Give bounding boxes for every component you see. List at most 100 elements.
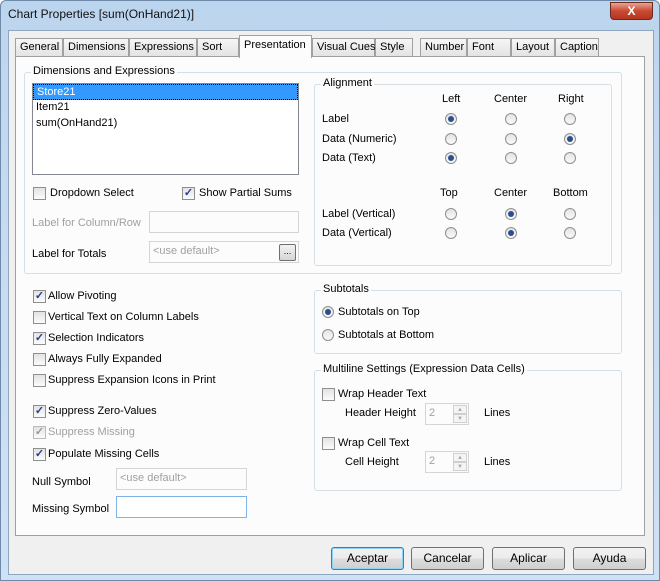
suppress-missing-label: Suppress Missing [48, 426, 135, 438]
spin-up-icon[interactable]: ▲ [453, 405, 467, 414]
subtotals-at-bottom-radio[interactable] [322, 329, 334, 341]
list-item[interactable]: Item21 [33, 100, 298, 116]
group-title: Subtotals [321, 283, 371, 295]
suppress-missing-checkbox[interactable]: ✓ [33, 426, 46, 439]
wrap-cell-label: Wrap Cell Text [338, 437, 410, 449]
tab-dimensions[interactable]: Dimensions [63, 38, 129, 57]
vdata-top-radio[interactable] [445, 227, 457, 239]
label-center-radio[interactable] [505, 113, 517, 125]
vdata-bottom-radio[interactable] [564, 227, 576, 239]
tab-expressions[interactable]: Expressions [129, 38, 197, 57]
always-expanded-label: Always Fully Expanded [48, 353, 162, 365]
cell-height-unit: Lines [484, 456, 511, 468]
col-top: Top [440, 187, 458, 199]
cancel-button[interactable]: Cancelar [411, 547, 484, 570]
list-item[interactable]: Store21 [33, 84, 298, 100]
col-right: Right [558, 93, 584, 105]
row-label-vertical: Label (Vertical) [322, 208, 396, 220]
missing-symbol-input[interactable] [116, 496, 247, 518]
tab-caption[interactable]: Caption [555, 38, 599, 57]
label-totals-ellipsis-button[interactable]: ... [279, 244, 296, 261]
tab-layout[interactable]: Layout [511, 38, 555, 57]
row-data-text: Data (Text) [322, 152, 376, 164]
row-data-numeric: Data (Numeric) [322, 133, 397, 145]
subtotals-group: Subtotals [314, 283, 622, 354]
label-totals-input[interactable]: <use default> [149, 241, 299, 263]
numeric-left-radio[interactable] [445, 133, 457, 145]
selection-indicators-checkbox[interactable]: ✓ [33, 332, 46, 345]
col-vcenter: Center [494, 187, 528, 199]
tab-style[interactable]: Style [375, 38, 413, 57]
label-column-row-input[interactable] [149, 211, 299, 233]
cell-height-stepper[interactable]: 2 ▲ ▼ [425, 451, 469, 473]
allow-pivoting-label: Allow Pivoting [48, 290, 117, 302]
tab-sort[interactable]: Sort [197, 38, 239, 57]
label-column-row-label: Label for Column/Row [32, 217, 141, 229]
col-left: Left [442, 93, 461, 105]
show-partial-sums-label: Show Partial Sums [199, 187, 292, 199]
subtotals-on-top-radio[interactable] [322, 306, 334, 318]
vdata-center-radio[interactable] [505, 227, 517, 239]
vlabel-top-radio[interactable] [445, 208, 457, 220]
wrap-cell-checkbox[interactable] [322, 437, 335, 450]
suppress-expansion-icons-label: Suppress Expansion Icons in Print [48, 374, 216, 386]
populate-missing-cells-checkbox[interactable]: ✓ [33, 448, 46, 461]
help-button[interactable]: Ayuda [573, 547, 646, 570]
window-title: Chart Properties [sum(OnHand21)] [8, 7, 195, 21]
text-right-radio[interactable] [564, 152, 576, 164]
suppress-expansion-icons-checkbox[interactable] [33, 374, 46, 387]
list-item[interactable]: sum(OnHand21) [33, 116, 298, 132]
suppress-zero-values-label: Suppress Zero-Values [48, 405, 157, 417]
vertical-text-checkbox[interactable] [33, 311, 46, 324]
text-center-radio[interactable] [505, 152, 517, 164]
row-data-vertical: Data (Vertical) [322, 227, 392, 239]
dropdown-select-checkbox[interactable] [33, 187, 46, 200]
vlabel-bottom-radio[interactable] [564, 208, 576, 220]
cell-height-label: Cell Height [345, 456, 399, 468]
col-bottom: Bottom [553, 187, 588, 199]
apply-button[interactable]: Aplicar [492, 547, 565, 570]
populate-missing-cells-label: Populate Missing Cells [48, 448, 160, 460]
tab-general[interactable]: General [15, 38, 63, 57]
dimensions-list[interactable]: Store21 Item21 sum(OnHand21) [32, 83, 299, 175]
null-symbol-label: Null Symbol [32, 476, 91, 488]
group-title: Alignment [321, 77, 374, 89]
dropdown-select-label: Dropdown Select [50, 187, 134, 199]
ok-button[interactable]: Aceptar [331, 547, 404, 570]
missing-symbol-label: Missing Symbol [32, 503, 110, 515]
tab-number[interactable]: Number [420, 38, 467, 57]
always-expanded-checkbox[interactable] [33, 353, 46, 366]
spin-down-icon[interactable]: ▼ [453, 462, 467, 471]
numeric-right-radio[interactable] [564, 133, 576, 145]
header-height-value: 2 [429, 407, 436, 419]
row-label: Label [322, 113, 349, 125]
group-title: Multiline Settings (Expression Data Cell… [321, 363, 527, 375]
text-left-radio[interactable] [445, 152, 457, 164]
wrap-header-checkbox[interactable] [322, 388, 335, 401]
show-partial-sums-checkbox[interactable]: ✓ [182, 187, 195, 200]
vlabel-center-radio[interactable] [505, 208, 517, 220]
header-height-label: Header Height [345, 407, 416, 419]
spin-up-icon[interactable]: ▲ [453, 453, 467, 462]
cell-height-value: 2 [429, 455, 436, 467]
label-totals-label: Label for Totals [32, 248, 107, 260]
col-center: Center [494, 93, 528, 105]
selection-indicators-label: Selection Indicators [48, 332, 144, 344]
allow-pivoting-checkbox[interactable]: ✓ [33, 290, 46, 303]
numeric-center-radio[interactable] [505, 133, 517, 145]
subtotals-at-bottom-label: Subtotals at Bottom [338, 329, 434, 341]
suppress-zero-values-checkbox[interactable]: ✓ [33, 405, 46, 418]
vertical-text-label: Vertical Text on Column Labels [48, 311, 199, 323]
null-symbol-input[interactable]: <use default> [116, 468, 247, 490]
close-button[interactable]: X [610, 2, 653, 20]
group-title: Dimensions and Expressions [31, 65, 177, 77]
tab-visual-cues[interactable]: Visual Cues [312, 38, 376, 57]
header-height-unit: Lines [484, 407, 511, 419]
label-right-radio[interactable] [564, 113, 576, 125]
wrap-header-label: Wrap Header Text [338, 388, 427, 400]
tab-presentation[interactable]: Presentation [239, 35, 312, 58]
header-height-stepper[interactable]: 2 ▲ ▼ [425, 403, 469, 425]
label-left-radio[interactable] [445, 113, 457, 125]
spin-down-icon[interactable]: ▼ [453, 414, 467, 423]
tab-font[interactable]: Font [467, 38, 511, 57]
